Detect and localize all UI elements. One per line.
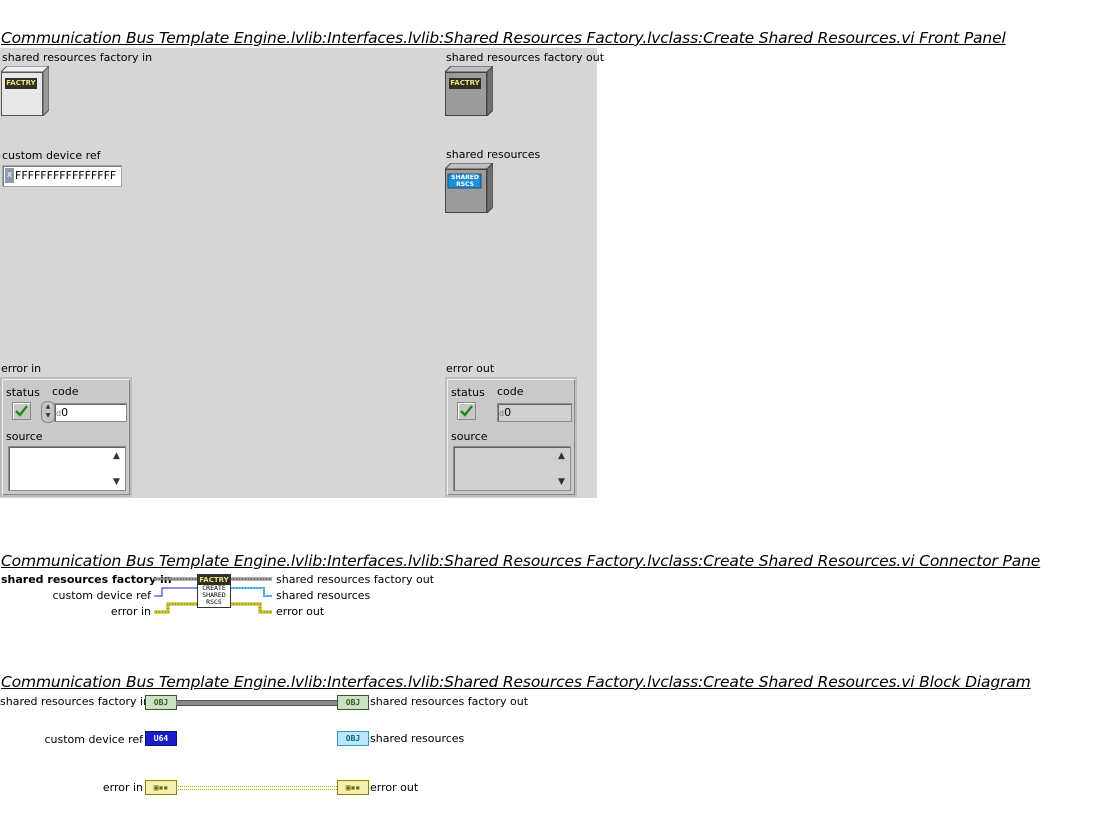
scroll-up-icon[interactable]: ▲ bbox=[113, 451, 120, 461]
factory-in-control[interactable]: FACTRY bbox=[1, 66, 49, 116]
custom-device-ref-control[interactable]: x FFFFFFFFFFFFFFFF bbox=[2, 165, 122, 187]
cp-output-factory-out: shared resources factory out bbox=[276, 573, 435, 586]
custom-device-ref-value: FFFFFFFFFFFFFFFF bbox=[15, 169, 117, 182]
custom-device-ref-label: custom device ref bbox=[2, 149, 101, 162]
factory-out-indicator: FACTRY bbox=[445, 66, 493, 116]
error-out-code-value: 0 bbox=[504, 406, 512, 419]
front-panel-canvas: shared resources factory in FACTRY share… bbox=[0, 48, 604, 498]
error-cluster-icon: ▣▪▪ bbox=[153, 783, 169, 792]
cp-icon-line3: RSCS bbox=[206, 598, 222, 606]
bd-shared-resources-label: shared resources bbox=[370, 732, 465, 745]
error-in-label: error in bbox=[1, 362, 42, 375]
shared-resources-label: shared resources bbox=[446, 148, 541, 161]
down-arrow-icon: ▼ bbox=[45, 412, 51, 419]
error-out-cluster: status code d0 source ▲ ▼ bbox=[445, 377, 577, 497]
shared-resources-icon-text: SHARED RSCS bbox=[451, 174, 479, 188]
error-in-cluster[interactable]: status code ▲ ▼ d0 source ▲ ▼ bbox=[0, 377, 132, 497]
bd-factory-in-label: shared resources factory in bbox=[0, 695, 151, 708]
error-out-code-label: code bbox=[497, 385, 524, 398]
error-cluster-icon: ▣▪▪ bbox=[345, 783, 361, 792]
code-increment-decrement[interactable]: ▲ ▼ bbox=[41, 401, 55, 423]
cp-input-custom-device-ref: custom device ref bbox=[52, 589, 151, 602]
error-in-source-label: source bbox=[6, 430, 43, 443]
bd-custom-device-ref-label: custom device ref bbox=[44, 733, 143, 746]
bd-factory-in-terminal[interactable]: OBJ bbox=[145, 695, 177, 710]
scroll-down-icon[interactable]: ▼ bbox=[113, 477, 120, 487]
up-arrow-icon: ▲ bbox=[45, 403, 51, 410]
error-out-status-led bbox=[457, 402, 476, 420]
scroll-up-icon[interactable]: ▲ bbox=[558, 451, 565, 461]
bd-error-in-label: error in bbox=[102, 781, 143, 794]
cp-output-shared-resources: shared resources bbox=[276, 589, 371, 602]
bd-factory-out-terminal[interactable]: OBJ bbox=[337, 695, 369, 710]
error-out-source-field: ▲ ▼ bbox=[453, 446, 571, 491]
bd-error-wire bbox=[176, 786, 337, 790]
error-in-code-label: code bbox=[52, 385, 79, 398]
scroll-down-icon[interactable]: ▼ bbox=[558, 477, 565, 487]
bd-error-out-label: error out bbox=[370, 781, 419, 794]
error-in-code-field[interactable]: d0 bbox=[54, 403, 127, 422]
error-out-label: error out bbox=[446, 362, 495, 375]
bd-error-in-terminal[interactable]: ▣▪▪ bbox=[145, 780, 177, 795]
cp-input-error-in: error in bbox=[110, 605, 151, 618]
block-diagram-title: Communication Bus Template Engine.lvlib:… bbox=[1, 673, 1031, 691]
bd-factory-out-label: shared resources factory out bbox=[370, 695, 529, 708]
connector-pane-vi-icon[interactable]: FACTRY CREATE SHARED RSCS bbox=[197, 574, 231, 608]
error-out-source-label: source bbox=[451, 430, 488, 443]
cp-input-factory-in: shared resources factory in bbox=[1, 573, 172, 586]
bd-shared-resources-terminal[interactable]: OBJ bbox=[337, 731, 369, 746]
source-scrollbar[interactable]: ▲ ▼ bbox=[555, 448, 569, 489]
front-panel-title: Communication Bus Template Engine.lvlib:… bbox=[1, 29, 1006, 47]
bd-custom-device-ref-terminal[interactable]: U64 bbox=[145, 731, 177, 746]
source-scrollbar[interactable]: ▲ ▼ bbox=[110, 448, 124, 489]
error-in-source-field[interactable]: ▲ ▼ bbox=[8, 446, 126, 491]
error-in-code-value: 0 bbox=[61, 406, 69, 419]
error-in-status-label: status bbox=[6, 386, 40, 399]
factory-out-icon-text: FACTRY bbox=[450, 79, 480, 87]
factory-in-icon-text: FACTRY bbox=[6, 79, 36, 87]
factory-out-label: shared resources factory out bbox=[446, 51, 605, 64]
cp-output-error-out: error out bbox=[276, 605, 325, 618]
error-out-code-field: d0 bbox=[497, 403, 572, 422]
error-out-status-label: status bbox=[451, 386, 485, 399]
error-in-status-checkbox[interactable] bbox=[12, 402, 31, 420]
factory-in-label: shared resources factory in bbox=[2, 51, 153, 64]
bd-factory-wire bbox=[176, 700, 337, 706]
bd-error-out-terminal[interactable]: ▣▪▪ bbox=[337, 780, 369, 795]
radix-indicator[interactable]: x bbox=[5, 168, 14, 183]
connector-pane-title: Communication Bus Template Engine.lvlib:… bbox=[1, 552, 1041, 570]
shared-resources-indicator: SHARED RSCS bbox=[445, 163, 493, 213]
